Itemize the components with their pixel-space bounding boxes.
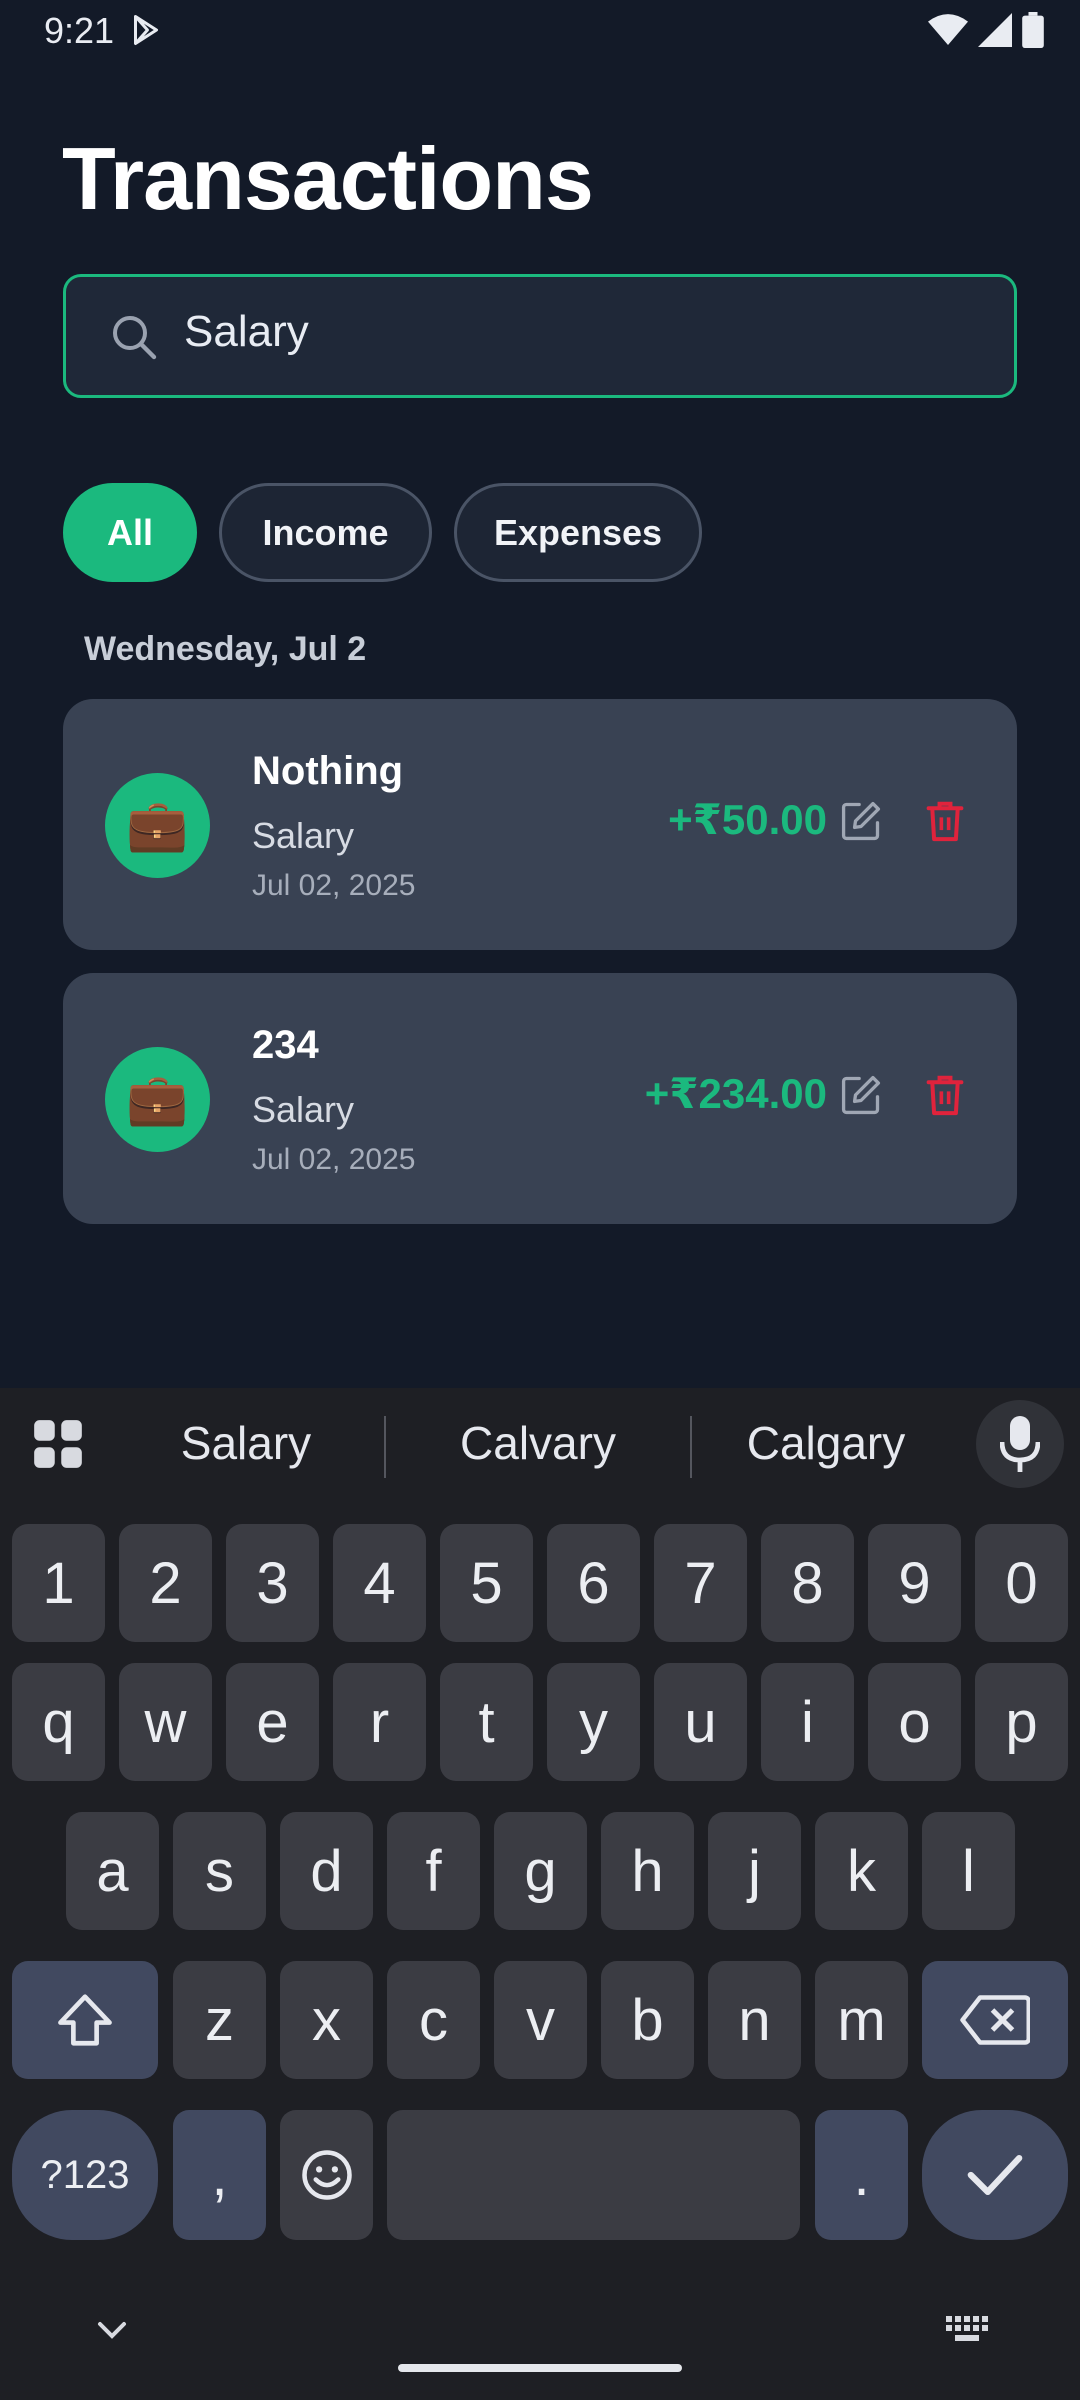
key-i[interactable]: i — [761, 1663, 854, 1781]
key-u[interactable]: u — [654, 1663, 747, 1781]
apps-grid-icon[interactable] — [32, 1418, 84, 1470]
key-j[interactable]: j — [708, 1812, 801, 1930]
enter-key[interactable] — [922, 2110, 1068, 2240]
space-key[interactable] — [387, 2110, 800, 2240]
suggestion-2[interactable]: Calvary — [418, 1416, 658, 1470]
status-bar: 9:21 — [0, 0, 1080, 64]
transaction-amount: +₹50.00 — [668, 796, 827, 843]
key-n[interactable]: n — [708, 1961, 801, 2079]
key-l[interactable]: l — [922, 1812, 1015, 1930]
key-o[interactable]: o — [868, 1663, 961, 1781]
filter-chip-income[interactable]: Income — [219, 483, 432, 582]
key-x[interactable]: x — [280, 1961, 373, 2079]
key-h[interactable]: h — [601, 1812, 694, 1930]
comma-key[interactable]: , — [173, 2110, 266, 2240]
shift-key[interactable] — [12, 1961, 158, 2079]
key-k[interactable]: k — [815, 1812, 908, 1930]
symbols-key[interactable]: ?123 — [12, 2110, 158, 2240]
key-m[interactable]: m — [815, 1961, 908, 2079]
key-5[interactable]: 5 — [440, 1524, 533, 1642]
date-group-header: Wednesday, Jul 2 — [84, 630, 367, 668]
key-g[interactable]: g — [494, 1812, 587, 1930]
search-icon — [113, 316, 157, 360]
key-9[interactable]: 9 — [868, 1524, 961, 1642]
filter-chip-expenses[interactable]: Expenses — [454, 483, 702, 582]
play-store-icon — [134, 15, 158, 45]
key-b[interactable]: b — [601, 1961, 694, 2079]
hide-keyboard-chevron-icon[interactable] — [96, 2318, 128, 2342]
status-icons — [928, 12, 1044, 48]
trash-icon[interactable] — [925, 799, 965, 843]
mic-icon — [1000, 1416, 1040, 1472]
backspace-icon — [960, 1995, 1030, 2045]
emoji-icon — [301, 2150, 352, 2200]
transaction-title: 234 — [252, 1023, 319, 1067]
shift-icon — [58, 1994, 112, 2046]
battery-icon — [1022, 12, 1044, 48]
key-7[interactable]: 7 — [654, 1524, 747, 1642]
key-r[interactable]: r — [333, 1663, 426, 1781]
transaction-amount: +₹234.00 — [644, 1070, 827, 1117]
home-indicator[interactable] — [398, 2364, 682, 2372]
key-q[interactable]: q — [12, 1663, 105, 1781]
soft-keyboard: Salary Calvary Calgary 1 2 3 4 5 6 7 8 9… — [0, 1388, 1080, 2400]
emoji-key[interactable] — [280, 2110, 373, 2240]
key-e[interactable]: e — [226, 1663, 319, 1781]
status-time: 9:21 — [44, 10, 115, 51]
wifi-icon — [928, 14, 968, 45]
transaction-category: Salary — [252, 815, 355, 856]
edit-icon[interactable] — [839, 1073, 883, 1117]
key-a[interactable]: a — [66, 1812, 159, 1930]
search-input[interactable]: Salary — [184, 307, 309, 357]
key-t[interactable]: t — [440, 1663, 533, 1781]
key-d[interactable]: d — [280, 1812, 373, 1930]
key-s[interactable]: s — [173, 1812, 266, 1930]
key-6[interactable]: 6 — [547, 1524, 640, 1642]
key-y[interactable]: y — [547, 1663, 640, 1781]
mic-button[interactable] — [976, 1400, 1064, 1488]
key-8[interactable]: 8 — [761, 1524, 854, 1642]
key-z[interactable]: z — [173, 1961, 266, 2079]
suggestion-1[interactable]: Salary — [136, 1416, 356, 1470]
key-1[interactable]: 1 — [12, 1524, 105, 1642]
edit-icon[interactable] — [839, 799, 883, 843]
transaction-title: Nothing — [252, 749, 404, 793]
briefcase-icon: 💼 — [105, 773, 210, 878]
period-key[interactable]: . — [815, 2110, 908, 2240]
key-0[interactable]: 0 — [975, 1524, 1068, 1642]
filter-chips: All Income Expenses — [63, 483, 702, 582]
filter-chip-all[interactable]: All — [63, 483, 197, 582]
search-box[interactable]: Salary — [63, 274, 1017, 398]
transaction-category: Salary — [252, 1089, 355, 1130]
key-2[interactable]: 2 — [119, 1524, 212, 1642]
briefcase-icon: 💼 — [105, 1047, 210, 1152]
key-f[interactable]: f — [387, 1812, 480, 1930]
key-3[interactable]: 3 — [226, 1524, 319, 1642]
key-v[interactable]: v — [494, 1961, 587, 2079]
signal-icon — [978, 13, 1012, 47]
suggestion-3[interactable]: Calgary — [716, 1416, 936, 1470]
transaction-date: Jul 02, 2025 — [252, 1143, 416, 1176]
suggestion-divider — [384, 1416, 386, 1478]
transaction-date: Jul 02, 2025 — [252, 869, 416, 902]
page-title: Transactions — [62, 129, 594, 228]
key-w[interactable]: w — [119, 1663, 212, 1781]
transaction-card[interactable]: 💼 234 Salary Jul 02, 2025 +₹234.00 — [63, 973, 1017, 1224]
suggestion-divider — [690, 1416, 692, 1478]
checkmark-icon — [967, 2154, 1023, 2196]
backspace-key[interactable] — [922, 1961, 1068, 2079]
keyboard-switch-icon[interactable] — [946, 2316, 990, 2344]
key-c[interactable]: c — [387, 1961, 480, 2079]
suggestion-bar: Salary Calvary Calgary — [0, 1388, 1080, 1504]
key-4[interactable]: 4 — [333, 1524, 426, 1642]
transaction-card[interactable]: 💼 Nothing Salary Jul 02, 2025 +₹50.00 — [63, 699, 1017, 950]
trash-icon[interactable] — [925, 1073, 965, 1117]
key-p[interactable]: p — [975, 1663, 1068, 1781]
